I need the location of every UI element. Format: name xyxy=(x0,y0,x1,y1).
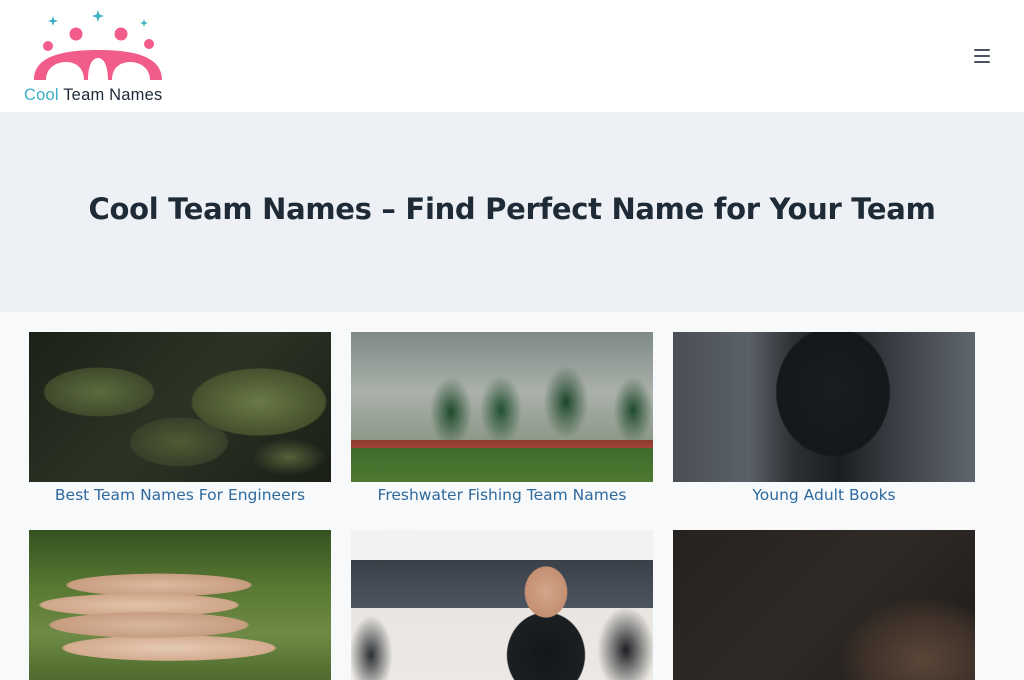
monitor-date: Wednesday, September 15 xyxy=(384,542,469,550)
post-thumbnail-hands[interactable] xyxy=(29,530,331,680)
post-card: Young Adult Books xyxy=(673,332,975,504)
logo-word-team-names: Team Names xyxy=(58,86,163,104)
hamburger-menu-icon[interactable] xyxy=(964,40,1000,72)
team-logo-icon xyxy=(34,10,162,80)
post-thumbnail-leaves[interactable] xyxy=(29,332,331,482)
post-thumbnail-office[interactable]: 12:43 Wednesday, September 15 xyxy=(351,530,653,680)
page-title: Cool Team Names – Find Perfect Name for … xyxy=(88,192,936,226)
post-title-link[interactable]: Freshwater Fishing Team Names xyxy=(351,486,653,504)
logo-word-cool: Cool xyxy=(24,86,59,104)
post-card: 12:43 Wednesday, September 15 xyxy=(351,530,653,680)
post-title-link[interactable]: Young Adult Books xyxy=(673,486,975,504)
site-header: Cool Team Names xyxy=(0,0,1024,112)
menu-bar xyxy=(974,61,990,63)
menu-bar xyxy=(974,55,990,57)
hero-banner: Cool Team Names – Find Perfect Name for … xyxy=(0,112,1024,312)
post-title-link[interactable]: Best Team Names For Engineers xyxy=(29,486,331,504)
monitor-time: 12:43 xyxy=(384,530,417,542)
post-card xyxy=(673,530,975,680)
monitor-screen-text: 12:43 Wednesday, September 15 xyxy=(384,530,468,550)
logo-wordmark: Cool Team Names xyxy=(24,86,162,105)
post-thumbnail-football[interactable] xyxy=(351,332,653,482)
post-card: Best Team Names For Engineers xyxy=(29,332,331,504)
menu-bar xyxy=(974,49,990,51)
post-card: Freshwater Fishing Team Names xyxy=(351,332,653,504)
post-thumbnail-dark[interactable] xyxy=(673,530,975,680)
post-card xyxy=(29,530,331,680)
site-logo-link[interactable]: Cool Team Names xyxy=(22,8,182,108)
post-thumbnail-dress[interactable] xyxy=(673,332,975,482)
